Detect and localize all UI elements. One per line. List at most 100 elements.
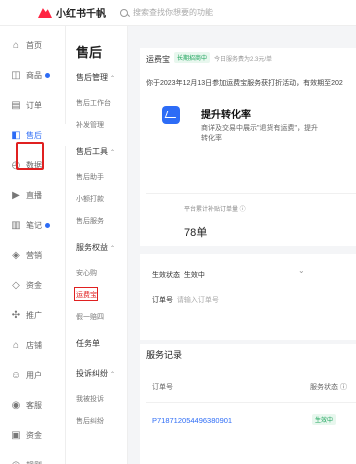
chevron-up-icon: ⌃ bbox=[110, 246, 116, 252]
nav-item[interactable]: ◎ 规则 bbox=[0, 454, 66, 464]
order-link[interactable]: P718712054496380901 bbox=[152, 416, 232, 425]
submenu-group[interactable]: 投诉纠纷 ⌃ bbox=[76, 368, 115, 379]
submenu-item[interactable]: 小额打款 bbox=[76, 194, 104, 204]
nav-icon: ◧ bbox=[11, 129, 21, 141]
nav-item[interactable]: ▥ 笔记 bbox=[0, 214, 66, 236]
submenu-item[interactable]: 售后助手 bbox=[76, 172, 104, 182]
status-filter[interactable]: 生效状态 生效中 bbox=[152, 270, 205, 280]
submenu-item[interactable]: 售后工作台 bbox=[76, 98, 111, 108]
order-filter[interactable]: 订单号 请输入订单号 bbox=[152, 295, 219, 305]
nav-item[interactable]: ▤ 订单 bbox=[0, 94, 66, 116]
nav-item[interactable]: ✣ 推广 bbox=[0, 304, 66, 326]
nav-item-label: 首页 bbox=[26, 40, 42, 50]
service-fee-note: 今日服务费为2.3元/单 bbox=[214, 57, 273, 63]
status-filter-value: 生效中 bbox=[183, 272, 205, 279]
promo-description: 商详及交易中展示"退货有运费"，提升转化率 bbox=[201, 125, 318, 142]
submenu-group[interactable]: 售后工具 ⌃ bbox=[76, 146, 115, 157]
nav-item[interactable]: ☺ 用户 bbox=[0, 364, 66, 386]
submenu-group[interactable]: 售后管理 ⌃ bbox=[76, 72, 115, 83]
nav-item[interactable]: ⌂ 店铺 bbox=[0, 334, 66, 356]
nav-icon: ▥ bbox=[11, 219, 21, 231]
nav-item[interactable]: ◈ 营销 bbox=[0, 244, 66, 266]
promo-panel: 提升转化率 商详及交易中展示"退货有运费"，提升转化率 bbox=[146, 98, 356, 154]
nav-item-label: 规则 bbox=[26, 460, 42, 464]
trend-chart-icon bbox=[162, 106, 180, 124]
chevron-up-icon: ⌃ bbox=[110, 76, 116, 82]
top-bar: 小红书千帆 搜索查找你想要的功能 bbox=[0, 0, 356, 26]
chevron-down-icon[interactable]: ⌄ bbox=[298, 266, 305, 275]
main-content: 运费宝 长期招商中 今日服务费为2.3元/单 你于2023年12月13日参加运费… bbox=[140, 26, 356, 464]
nav-item-label: 售后 bbox=[26, 130, 42, 140]
nav-item[interactable]: ▶ 直播 bbox=[0, 184, 66, 206]
nav-item-label: 推广 bbox=[26, 310, 42, 320]
search-box[interactable]: 搜索查找你想要的功能 bbox=[120, 7, 213, 18]
section-title: 售后 bbox=[76, 45, 103, 60]
active-submenu-highlight bbox=[74, 287, 98, 301]
notification-dot bbox=[45, 72, 50, 78]
submenu-item[interactable]: 假一赔四 bbox=[76, 312, 104, 322]
row-divider bbox=[146, 402, 356, 403]
activity-notice: 你于2023年12月13日参加运费宝服务获打折活动，有效期至202 bbox=[146, 80, 343, 87]
nav-icon: ▶ bbox=[12, 189, 20, 201]
submenu-group-label: 售后工具 bbox=[76, 147, 108, 156]
nav-icon: ◎ bbox=[10, 460, 22, 464]
submenu-item[interactable]: 安心购 bbox=[76, 268, 97, 278]
nav-icon: ◫ bbox=[11, 69, 21, 81]
order-number-input[interactable]: 请输入订单号 bbox=[177, 297, 219, 304]
submenu-item[interactable]: 售后纠纷 bbox=[76, 416, 104, 426]
submenu-item[interactable]: 我被投诉 bbox=[76, 394, 104, 404]
status-filter-label: 生效状态 bbox=[152, 272, 180, 279]
row-status-badge: 生效中 bbox=[312, 414, 337, 425]
logo-text: 小红书千帆 bbox=[56, 9, 106, 20]
order-filter-label: 订单号 bbox=[152, 297, 173, 304]
submenu-group-label: 投诉纠纷 bbox=[76, 369, 108, 378]
nav-item-label: 店铺 bbox=[26, 340, 42, 350]
nav-item-label: 订单 bbox=[26, 100, 42, 110]
submenu-item[interactable]: 补发管理 bbox=[76, 120, 104, 130]
nav-icon: ⌂ bbox=[12, 39, 20, 51]
nav-item[interactable]: ◇ 资金 bbox=[0, 274, 66, 296]
nav-item-label: 资金 bbox=[26, 280, 42, 290]
nav-item[interactable]: ⌂ 首页 bbox=[0, 34, 66, 56]
active-nav-highlight bbox=[16, 142, 44, 170]
notification-dot bbox=[45, 222, 50, 228]
stat-label: 平台累计补贴订单量 ⓘ bbox=[184, 207, 246, 213]
search-icon bbox=[120, 8, 128, 17]
nav-icon: ☺ bbox=[10, 369, 22, 381]
status-badge: 长期招商中 bbox=[174, 52, 211, 63]
submenu-group-label: 服务权益 bbox=[76, 243, 108, 252]
column-header-order: 订单号 bbox=[152, 384, 173, 391]
nav-item[interactable]: ◫ 商品 bbox=[0, 64, 66, 86]
nav-icon: ✣ bbox=[11, 309, 21, 321]
nav-item-label: 营销 bbox=[26, 250, 42, 260]
stat-panel: 平台累计补贴订单量 ⓘ 78单 bbox=[146, 193, 356, 243]
nav-item-label: 客服 bbox=[26, 400, 42, 410]
nav-icon: ▤ bbox=[11, 99, 21, 111]
submenu-item[interactable]: 售后服务 bbox=[76, 216, 104, 226]
submenu-group[interactable]: 任务单 bbox=[76, 338, 100, 349]
chevron-up-icon: ⌃ bbox=[110, 372, 116, 378]
logo-icon bbox=[38, 8, 52, 18]
service-name: 运费宝 bbox=[146, 55, 170, 64]
records-title: 服务记录 bbox=[146, 350, 183, 360]
logo[interactable]: 小红书千帆 bbox=[38, 5, 106, 20]
nav-item-label: 资金 bbox=[26, 430, 42, 440]
records-card: 服务记录 订单号 服务状态 ⓘ P718712054496380901 生效中 bbox=[140, 344, 356, 464]
secondary-nav: 售后 售后管理 ⌃ 售后工作台 补发管理 售后工具 ⌃ 售后助手 小额打款 售后服务 服务权益 ⌃ 安… bbox=[66, 26, 128, 464]
nav-icon: ◉ bbox=[11, 399, 21, 411]
nav-item-label: 笔记 bbox=[26, 220, 42, 230]
promo-title: 提升转化率 bbox=[201, 110, 251, 121]
nav-icon: ◇ bbox=[12, 279, 20, 291]
submenu-group[interactable]: 服务权益 ⌃ bbox=[76, 242, 115, 253]
nav-item[interactable]: ▣ 资金 bbox=[0, 424, 66, 446]
nav-item-label: 用户 bbox=[26, 370, 42, 380]
nav-item[interactable]: ◉ 客服 bbox=[0, 394, 66, 416]
submenu-group-label: 任务单 bbox=[76, 339, 100, 348]
column-header-status: 服务状态 ⓘ bbox=[310, 384, 347, 391]
nav-icon: ⌂ bbox=[12, 339, 20, 351]
filter-card: 生效状态 生效中 ⌄ 订单号 请输入订单号 bbox=[140, 254, 356, 340]
submenu-group-label: 售后管理 bbox=[76, 73, 108, 82]
chevron-up-icon: ⌃ bbox=[110, 150, 116, 156]
search-input[interactable]: 搜索查找你想要的功能 bbox=[133, 7, 213, 18]
nav-icon: ▣ bbox=[11, 429, 21, 441]
